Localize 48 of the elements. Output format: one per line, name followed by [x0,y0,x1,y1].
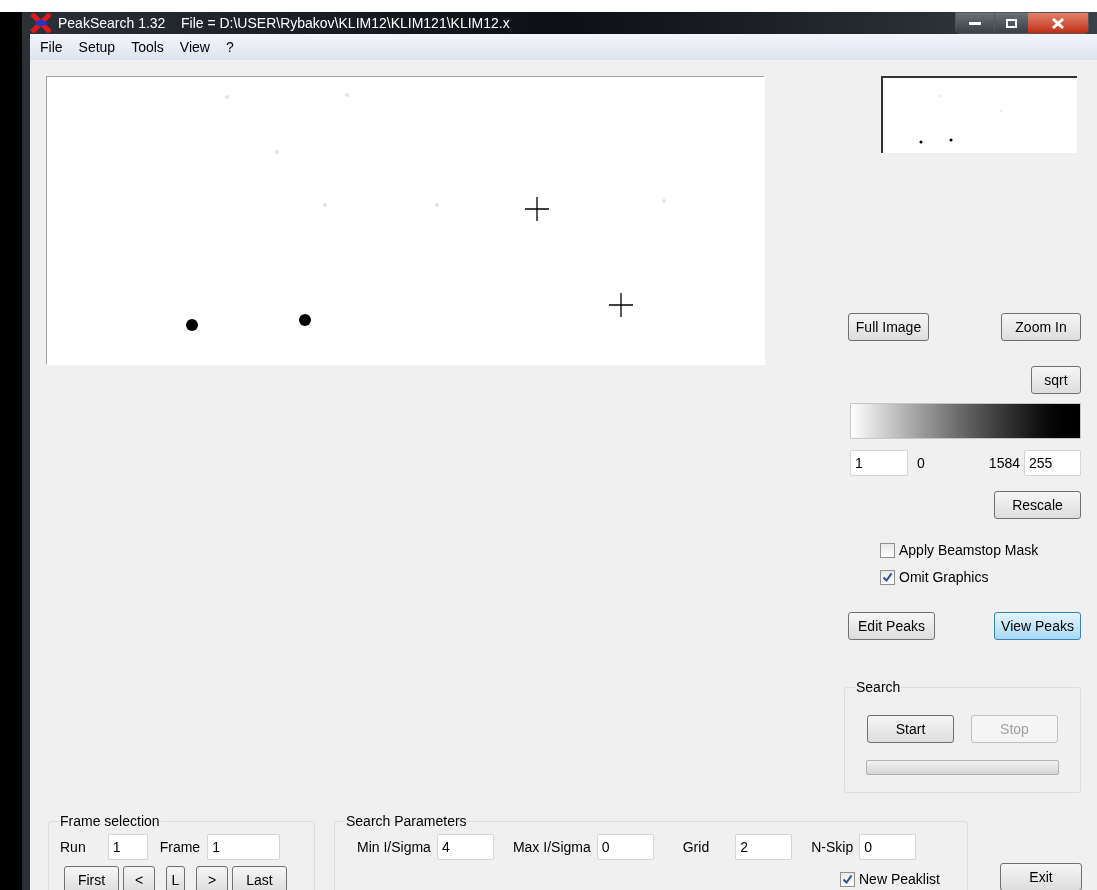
text-field[interactable]: 1 [107,834,148,860]
text-field[interactable]: 0 [859,834,917,860]
menu-item[interactable]: ? [225,36,234,58]
peaks-button[interactable]: Edit Peaks [848,612,935,640]
maximize-button[interactable] [994,13,1028,33]
max-label: 1584 [988,453,1020,473]
menu-item[interactable]: File [40,36,63,58]
checkmark-icon [842,874,853,885]
frame-nav-button[interactable]: First [64,866,119,890]
checkbox[interactable] [880,543,895,558]
field-label: Frame [159,837,201,857]
text-field[interactable]: 4 [436,834,494,860]
full-image-button[interactable]: Full Image [848,313,929,341]
min-label: 0 [917,453,925,473]
zoom-in-button[interactable]: Zoom In [1001,313,1081,341]
search-button[interactable]: Start [867,715,954,743]
frame-nav-button[interactable]: > [196,866,228,890]
checkmark-icon [882,572,893,583]
app-logo-icon [30,13,52,33]
close-button[interactable] [1028,13,1088,33]
checkbox[interactable] [840,872,855,887]
menu-item[interactable]: View [179,36,210,58]
text-field[interactable]: 1 [207,834,281,860]
sqrt-button[interactable]: sqrt [1031,366,1081,394]
field-label: Max I/Sigma [512,837,591,857]
checkbox[interactable] [880,570,895,585]
field-label: Grid [682,837,710,857]
rescale-button[interactable]: Rescale [994,491,1081,519]
minimize-button[interactable] [956,13,994,33]
checkbox-label: Omit Graphics [899,568,989,587]
max-field[interactable]: 255 [1024,450,1081,476]
close-icon [1052,17,1064,29]
field-label: N-Skip [811,837,854,857]
field-label: Run [60,837,86,857]
field-label: Min I/Sigma [357,837,431,857]
min-field[interactable]: 1 [850,450,908,476]
frame-nav-button[interactable]: Last [232,866,287,890]
text-field[interactable]: 0 [596,834,654,860]
menu-item[interactable]: Tools [131,36,164,58]
window-title: PeakSearch 1.32 File = D:\USER\Rybakov\KLIM12\KLIM121\KLIM12.x [58,13,510,33]
peaks-button[interactable]: View Peaks [994,612,1081,640]
frame-nav-button[interactable]: < [123,866,155,890]
exit-button[interactable]: Exit [1000,863,1082,890]
checkbox-label: Apply Beamstop Mask [899,541,1039,560]
checkbox-label: New Peaklist [859,870,940,889]
frame-nav-button[interactable]: L [166,866,185,890]
text-field[interactable]: 2 [735,834,793,860]
menu-item[interactable]: Setup [78,36,116,58]
